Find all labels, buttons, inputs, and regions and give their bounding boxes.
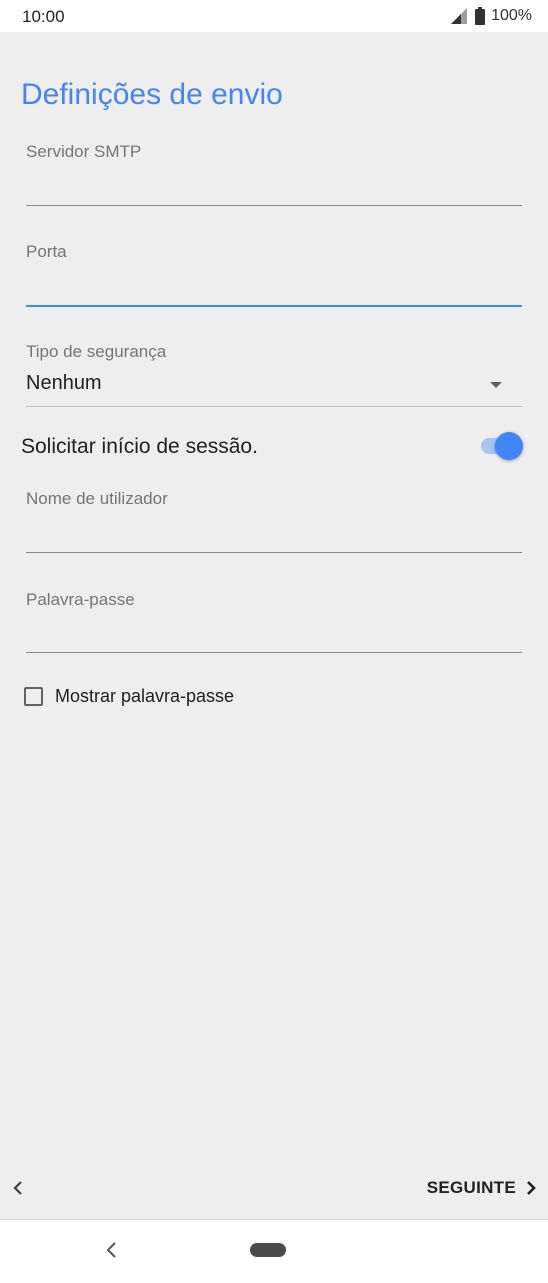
password-input[interactable] — [26, 620, 506, 650]
port-input[interactable] — [26, 272, 506, 302]
status-time: 10:00 — [22, 7, 65, 26]
status-icons: 100% — [451, 7, 532, 25]
home-pill-icon[interactable] — [250, 1243, 286, 1257]
chevron-right-icon — [527, 1181, 536, 1195]
security-type-value: Nenhum — [26, 372, 102, 394]
system-navigation-bar — [0, 1219, 548, 1283]
show-password-row[interactable]: Mostrar palavra-passe — [24, 684, 234, 708]
smtp-server-underline — [26, 205, 522, 206]
smtp-server-input[interactable] — [26, 172, 506, 202]
toggle-thumb — [495, 432, 523, 460]
password-field[interactable]: Palavra-passe — [26, 590, 522, 656]
require-signin-label: Solicitar início de sessão. — [21, 435, 258, 458]
signal-icon — [451, 8, 468, 24]
show-password-checkbox[interactable] — [24, 686, 43, 706]
battery-icon — [475, 7, 486, 25]
page-title: Definições de envio — [21, 78, 283, 111]
password-label: Palavra-passe — [26, 590, 135, 609]
show-password-label: Mostrar palavra-passe — [55, 685, 235, 706]
username-underline — [26, 552, 522, 553]
next-button-label: SEGUINTE — [426, 1178, 516, 1197]
username-input[interactable] — [26, 519, 506, 549]
previous-button[interactable] — [6, 1176, 30, 1200]
port-field[interactable]: Porta — [26, 242, 522, 308]
smtp-server-field[interactable]: Servidor SMTP — [26, 142, 522, 208]
system-back-button[interactable] — [100, 1238, 124, 1262]
security-type-select[interactable]: Tipo de segurança Nenhum — [26, 342, 522, 408]
smtp-server-label: Servidor SMTP — [26, 142, 142, 161]
dropdown-arrow-icon[interactable] — [490, 382, 502, 388]
battery-percentage: 100% — [491, 7, 532, 24]
status-bar: 10:00 100% — [0, 0, 548, 32]
require-signin-row[interactable]: Solicitar início de sessão. — [21, 432, 523, 462]
require-signin-toggle[interactable] — [481, 432, 523, 460]
back-icon — [106, 1242, 116, 1258]
chevron-left-icon — [13, 1181, 22, 1195]
username-field[interactable]: Nome de utilizador — [26, 489, 522, 555]
port-label: Porta — [26, 242, 67, 261]
next-button[interactable]: SEGUINTE — [427, 1176, 540, 1200]
username-label: Nome de utilizador — [26, 489, 168, 508]
security-type-underline — [26, 406, 522, 407]
security-type-label: Tipo de segurança — [26, 342, 167, 361]
password-underline — [26, 652, 522, 653]
port-underline — [26, 305, 522, 307]
